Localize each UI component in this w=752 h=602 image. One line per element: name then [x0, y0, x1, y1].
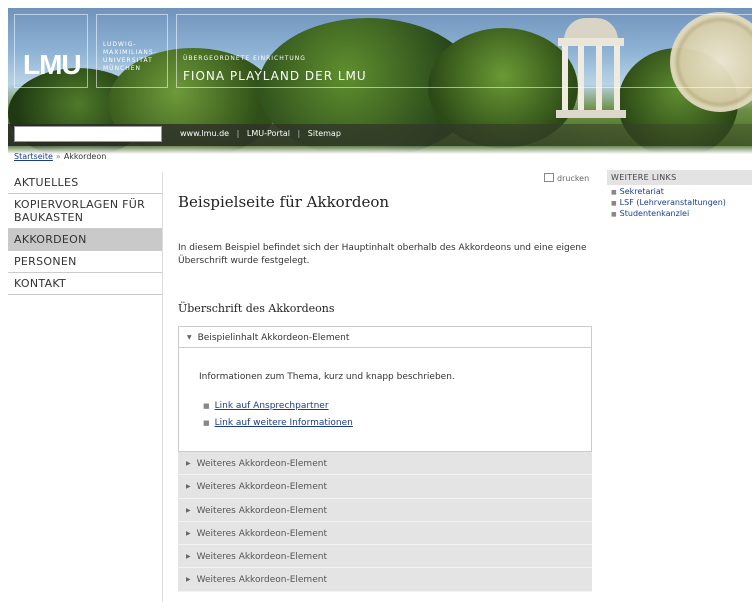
link-studentenkanzlei[interactable]: ■ Studentenkanzlei [607, 207, 752, 218]
accordion-item[interactable]: ▶ Weiteres Akkordeon-Element [178, 521, 592, 546]
accordion-item-open[interactable]: ▼ Beispielinhalt Akkordeon-Element [178, 326, 592, 348]
bullet-icon: ■ [611, 200, 617, 207]
sidebar-nav: AKTUELLES KOPIERVORLAGEN FÜR BAUKASTEN A… [8, 172, 163, 602]
top-links: www.lmu.de | LMU-Portal | Sitemap [180, 129, 341, 138]
sidebar-item-personen[interactable]: PERSONEN [8, 251, 162, 273]
triangle-right-icon: ▶ [186, 506, 191, 514]
link-ansprechpartner[interactable]: ■ Link auf Ansprechpartner [203, 401, 329, 411]
related-links-heading: WEITERE LINKS [607, 170, 752, 185]
university-name-box: LUDWIG- MAXIMILIANS- UNIVERSITÄT MÜNCHEN [96, 14, 168, 88]
top-link-portal[interactable]: LMU-Portal [247, 129, 290, 138]
search-input[interactable] [14, 126, 162, 142]
link-weitere-informationen[interactable]: ■ Link auf weitere Informationen [203, 418, 353, 428]
breadcrumb-separator: » [55, 152, 61, 161]
related-links-box: WEITERE LINKS ■ Sekretariat ■ LSF (Lehrver… [607, 170, 752, 218]
top-link-separator: | [236, 129, 240, 138]
breadcrumb-home-link[interactable]: Startseite [14, 152, 53, 161]
accordion: ▼ Beispielinhalt Akkordeon-Element Inform… [178, 326, 592, 592]
link-sekretariat[interactable]: ■ Sekretariat [607, 185, 752, 196]
top-link-sitemap[interactable]: Sitemap [308, 129, 341, 138]
intro-text: In diesem Beispiel befindet sich der Hau… [178, 243, 587, 266]
accordion-info-text: Informationen zum Thema, kurz und knapp … [199, 372, 455, 382]
accordion-heading: Überschrift des Akkordeons [178, 302, 335, 315]
page-title: Beispielseite für Akkordeon [178, 193, 390, 211]
printer-icon [544, 173, 554, 182]
triangle-right-icon: ▶ [186, 553, 191, 561]
sidebar-item-aktuelles[interactable]: AKTUELLES [8, 172, 162, 194]
bullet-icon: ■ [203, 419, 210, 427]
site-title: FIONA PLAYLAND DER LMU [183, 69, 367, 83]
bullet-icon: ■ [611, 211, 617, 218]
print-link[interactable]: drucken [544, 173, 589, 183]
university-name: LUDWIG- MAXIMILIANS- UNIVERSITÄT MÜNCHEN [103, 41, 157, 72]
link-lsf[interactable]: ■ LSF (Lehrveranstaltungen) [607, 196, 752, 207]
lmu-logo-text: LMU [23, 49, 82, 80]
top-nav-bar: www.lmu.de | LMU-Portal | Sitemap [8, 124, 752, 146]
site-overline: ÜBERGEORDNETE EINRICHTUNG [183, 55, 306, 62]
triangle-right-icon: ▶ [186, 460, 191, 467]
accordion-item[interactable]: ▶ Weiteres Akkordeon-Element [178, 568, 592, 592]
accordion-item[interactable]: ▶ Weiteres Akkordeon-Element [178, 452, 592, 476]
accordion-item-label: Beispielinhalt Akkordeon-Element [197, 333, 350, 343]
triangle-right-icon: ▶ [186, 576, 191, 584]
sidebar-item-akkordeon[interactable]: AKKORDEON [8, 229, 162, 251]
sidebar-item-kopiervorlagen[interactable]: KOPIERVORLAGEN FÜR BAUKASTEN [8, 194, 162, 229]
triangle-right-icon: ▶ [186, 483, 191, 491]
accordion-item[interactable]: ▶ Weiteres Akkordeon-Element [178, 498, 592, 522]
site-title-box[interactable]: ÜBERGEORDNETE EINRICHTUNG FIONA PLAYLAND… [176, 14, 752, 88]
lmu-logo[interactable]: LMU [14, 14, 88, 88]
bullet-icon: ■ [611, 189, 617, 196]
triangle-right-icon: ▶ [186, 529, 191, 537]
print-label: drucken [557, 174, 590, 183]
bullet-icon: ■ [203, 402, 210, 410]
site-header: LMU LUDWIG- MAXIMILIANS- UNIVERSITÄT MÜN… [8, 8, 752, 154]
triangle-down-icon: ▼ [187, 334, 192, 341]
breadcrumb: Startseite» Akkordeon [14, 152, 106, 161]
accordion-item[interactable]: ▶ Weiteres Akkordeon-Element [178, 545, 592, 569]
accordion-panel: Informationen zum Thema, kurz und knapp … [178, 348, 592, 452]
accordion-item[interactable]: ▶ Weiteres Akkordeon-Element [178, 475, 592, 499]
sidebar-item-kontakt[interactable]: KONTAKT [8, 273, 162, 295]
top-link-lmu[interactable]: www.lmu.de [180, 129, 229, 138]
breadcrumb-current: Akkordeon [63, 152, 107, 161]
top-link-separator: | [297, 129, 301, 138]
